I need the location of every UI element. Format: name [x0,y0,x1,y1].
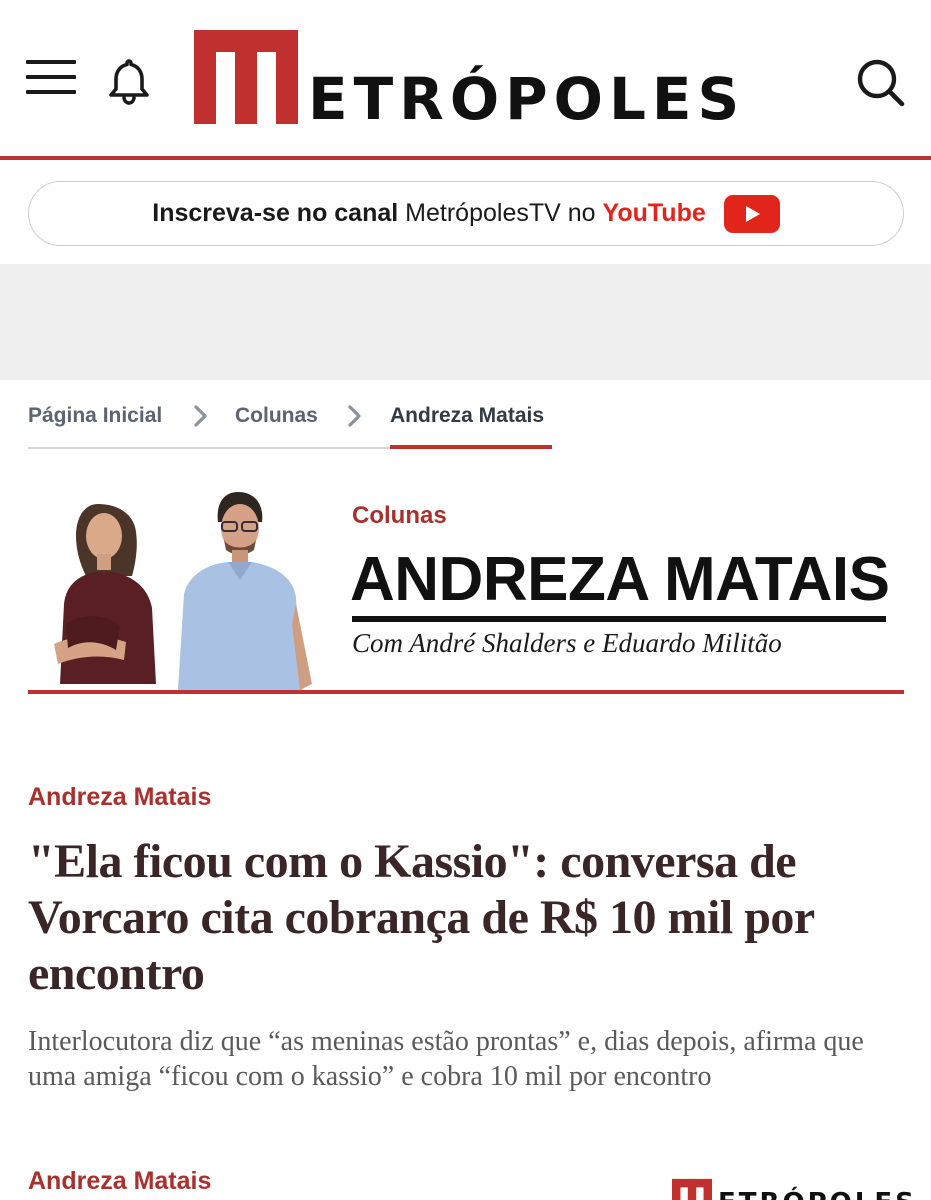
section-label[interactable]: Colunas [352,502,447,530]
chevron-right-icon [348,405,361,427]
breadcrumb: Página Inicial Colunas Andreza Matais [28,396,552,452]
youtube-play-icon [723,194,780,233]
site-logo[interactable]: ETRÓPOLES [194,30,754,130]
logo-m-mark [194,30,298,124]
logo-m-mark [672,1178,712,1200]
header-divider [0,156,931,160]
hamburger-menu-icon[interactable] [26,58,76,98]
chevron-right-icon [194,405,207,427]
columnists-photo [54,492,312,690]
bell-icon[interactable] [104,55,154,105]
site-header: ETRÓPOLES [0,0,931,160]
article-category[interactable]: Andreza Matais [28,783,211,812]
breadcrumb-colunas[interactable]: Colunas [235,404,318,428]
column-title-rule [352,616,886,622]
footer-logo-wordmark: ETRÓPOLES [718,1190,912,1200]
breadcrumb-andreza-matais[interactable]: Andreza Matais [390,404,544,428]
column-banner-divider [28,690,904,694]
column-title: ANDREZA MATAIS [350,545,890,614]
channel-name: MetrópolesTV [405,199,561,227]
article-headline: "Ela ficou com o Kassio": conversa de Vo… [28,835,814,1000]
youtube-subscribe-text: Inscreva-se no canal MetrópolesTV no You… [152,199,706,228]
youtube-brand-text: YouTube [602,199,706,227]
column-subtitle: Com André Shalders e Eduardo Militão [352,628,782,658]
article-subheadline: Interlocutora diz que “as meninas estão … [28,1026,864,1092]
breadcrumb-active-indicator [390,445,552,449]
ad-placeholder [0,264,931,380]
connector-text: no [567,199,596,227]
logo-wordmark: ETRÓPOLES [308,65,746,133]
footer-logo: ETRÓPOLES [672,1178,912,1200]
subscribe-bold-text: Inscreva-se no canal [152,199,399,227]
breadcrumb-home[interactable]: Página Inicial [28,404,162,428]
search-icon[interactable] [852,54,908,110]
column-banner[interactable]: Colunas ANDREZA MATAIS Com André Shalder… [28,478,904,696]
youtube-subscribe-banner[interactable]: Inscreva-se no canal MetrópolesTV no You… [28,181,904,246]
article-author[interactable]: Andreza Matais [28,1167,211,1196]
